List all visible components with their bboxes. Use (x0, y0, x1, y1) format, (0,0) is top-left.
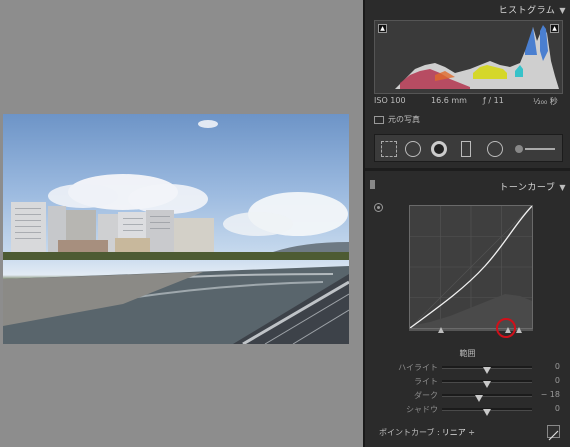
slider-track[interactable] (442, 408, 532, 416)
spot-removal-icon[interactable] (405, 141, 421, 157)
slider-thumb[interactable] (483, 381, 491, 388)
slider-thumb[interactable] (483, 367, 491, 374)
slider-track[interactable] (442, 366, 532, 374)
slider-darks[interactable]: ダーク − 18 (365, 389, 570, 402)
slider-value[interactable]: 0 (555, 362, 560, 371)
slider-label: ライト (414, 377, 438, 386)
collapse-triangle-icon[interactable]: ▼ (559, 6, 566, 15)
slider-highlights[interactable]: ハイライト 0 (365, 361, 570, 374)
panel-switch-icon[interactable] (370, 180, 375, 189)
adjustment-brush-icon[interactable] (515, 145, 523, 153)
collapse-triangle-icon[interactable]: ▼ (559, 183, 566, 192)
point-curve-label-text: ポイントカーブ : (379, 428, 440, 437)
original-photo-checkbox[interactable] (374, 115, 384, 124)
brush-slider-line (525, 148, 555, 150)
develop-right-panel: ヒストグラム ▼ ▲ ▲ ISO 100 16.6 mm ƒ / 11 ¹⁄₂₀₀… (363, 0, 570, 447)
slider-thumb[interactable] (475, 395, 483, 402)
focal-length-readout: 16.6 mm (431, 96, 467, 105)
tone-curve-plot (409, 205, 533, 329)
edit-point-curve-icon[interactable] (547, 425, 560, 441)
point-curve-label: ポイントカーブ : リニア ÷ (379, 427, 475, 438)
photo-preview[interactable] (3, 114, 349, 344)
point-curve-select[interactable]: リニア ÷ (442, 428, 475, 437)
shutter-readout: ¹⁄₂₀₀ 秒 (533, 97, 558, 106)
photo-scene (3, 120, 349, 344)
slider-lights[interactable]: ライト 0 (365, 375, 570, 388)
tool-strip (374, 134, 563, 162)
histogram-graph (395, 25, 559, 89)
split-point-highlights-handle[interactable] (516, 327, 522, 333)
slider-thumb[interactable] (483, 409, 491, 416)
aperture-readout: ƒ / 11 (483, 96, 504, 105)
original-photo-label: 元の写真 (388, 115, 420, 124)
range-label: 範囲 (459, 349, 476, 358)
tone-curve-header[interactable]: トーンカーブ ▼ (365, 176, 570, 194)
histogram-display[interactable]: ▲ ▲ (374, 20, 563, 94)
slider-label: ハイライト (398, 363, 438, 372)
histogram-header[interactable]: ヒストグラム ▼ (499, 3, 566, 16)
slider-track[interactable] (442, 394, 532, 402)
iso-readout: ISO 100 (374, 96, 406, 105)
slider-track[interactable] (442, 380, 532, 388)
slider-label: ダーク (414, 391, 438, 400)
split-point-shadows-handle[interactable] (438, 327, 444, 333)
slider-value[interactable]: 0 (555, 404, 560, 413)
slider-value[interactable]: 0 (555, 376, 560, 385)
tone-curve-title: トーンカーブ (499, 183, 556, 193)
original-photo-toggle[interactable]: 元の写真 (374, 114, 420, 125)
histogram-title: ヒストグラム (498, 6, 556, 16)
edit-point-curve-glyph (548, 430, 559, 441)
graduated-filter-icon[interactable] (461, 141, 471, 157)
highlight-annotation-ring (496, 318, 516, 338)
panel-divider (365, 168, 570, 171)
slider-label: シャドウ (406, 405, 438, 414)
target-adjust-icon[interactable] (374, 203, 383, 212)
slider-shadows[interactable]: シャドウ 0 (365, 403, 570, 416)
tone-curve-graph[interactable] (409, 205, 533, 329)
crop-tool-icon[interactable] (381, 141, 397, 157)
point-curve-row: ポイントカーブ : リニア ÷ (365, 425, 570, 441)
radial-filter-icon[interactable] (487, 141, 503, 157)
photo-canvas (0, 0, 363, 447)
slider-value[interactable]: − 18 (541, 390, 560, 399)
redeye-icon[interactable] (431, 141, 447, 157)
